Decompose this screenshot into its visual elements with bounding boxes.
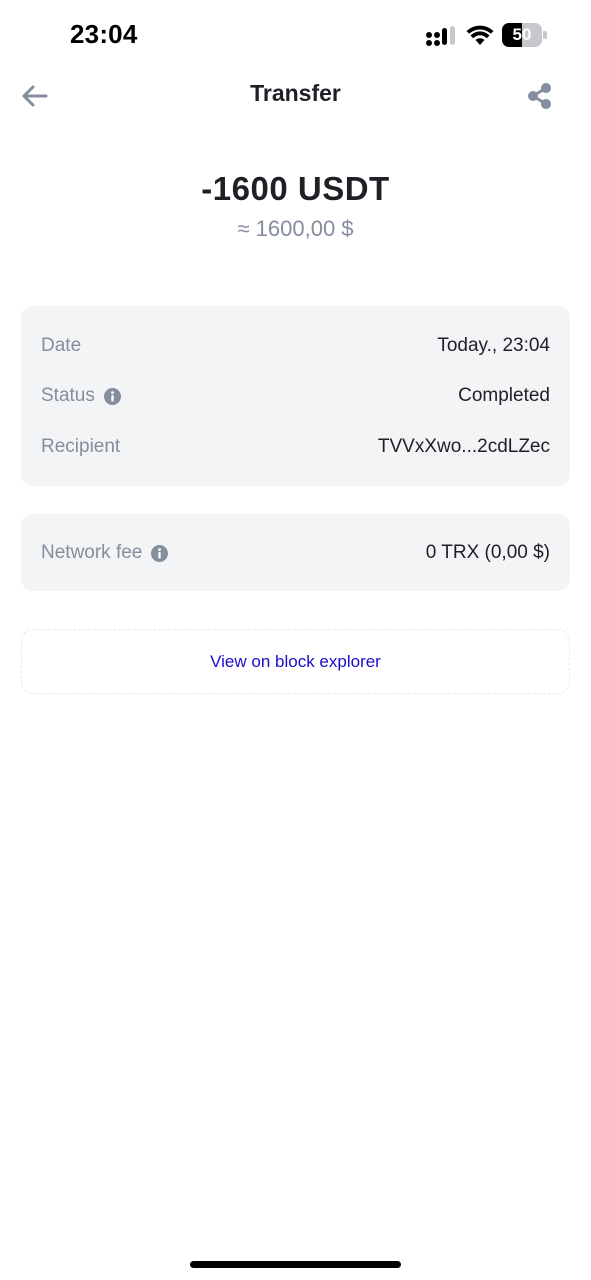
fee-label: Network fee: [41, 542, 143, 563]
page-title: Transfer: [250, 80, 341, 106]
status-value: Completed: [458, 385, 550, 406]
recipient-row: Recipient TVVxXwo...2cdLZec: [41, 432, 550, 462]
status-label: Status: [41, 385, 95, 406]
fee-card: Network fee 0 TRX (0,00 $): [21, 514, 570, 591]
date-value: Today., 23:04: [437, 335, 550, 356]
status-row: Status Completed: [41, 381, 550, 411]
view-explorer-link[interactable]: View on block explorer: [210, 652, 381, 672]
status-time: 23:04: [70, 19, 138, 49]
status-bar: 23:04 50: [0, 0, 591, 70]
date-label: Date: [41, 335, 82, 356]
status-label-group: Status: [41, 381, 121, 411]
transfer-amount-fiat: ≈ 1600,00 $: [237, 216, 354, 241]
fee-value: 0 TRX (0,00 $): [425, 542, 550, 563]
fee-label-group: Network fee: [41, 538, 169, 568]
wifi-icon: [466, 25, 494, 45]
nav-header: Transfer: [0, 70, 591, 122]
share-icon: [528, 83, 551, 109]
battery-level: 50: [512, 25, 532, 44]
signal-icon: [426, 26, 455, 46]
fee-row: Network fee 0 TRX (0,00 $): [41, 538, 550, 568]
info-icon[interactable]: [103, 387, 121, 405]
home-indicator[interactable]: [190, 1261, 401, 1268]
date-row: Date Today., 23:04: [41, 331, 550, 361]
transfer-screen: 23:04 50 Transfer -1600 USDT ≈ 1600,00 $…: [0, 0, 591, 1280]
details-card: Date Today., 23:04 Status Completed Reci…: [21, 306, 570, 486]
transfer-amount: -1600 USDT: [201, 170, 390, 207]
recipient-label: Recipient: [41, 436, 121, 457]
share-button[interactable]: [520, 76, 560, 116]
view-explorer-button[interactable]: View on block explorer: [21, 629, 570, 694]
recipient-address[interactable]: TVVxXwo...2cdLZec: [378, 432, 550, 462]
battery-icon: 50: [502, 23, 548, 47]
info-icon[interactable]: [151, 544, 169, 562]
